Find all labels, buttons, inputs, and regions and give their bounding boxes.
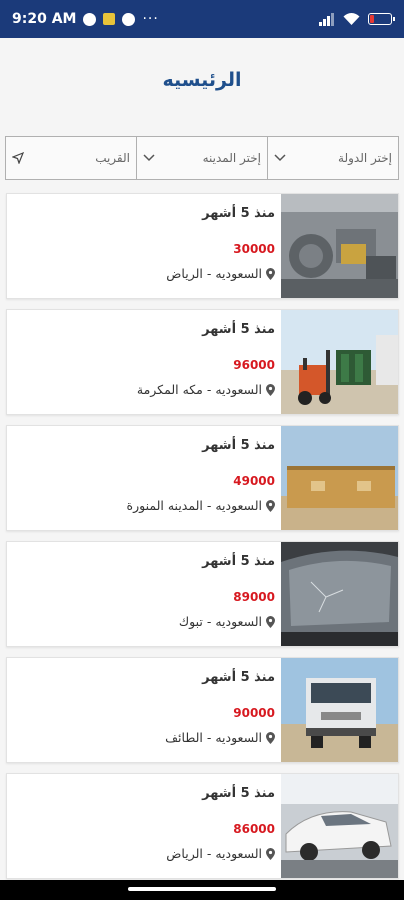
listing-image-truck: [281, 658, 398, 762]
listing-price: 96000: [233, 358, 275, 372]
listing-price: 30000: [233, 242, 275, 256]
listing-time: منذ 5 أشهر: [202, 554, 275, 569]
status-time: 9:20 AM: [12, 11, 77, 27]
app-icon: [122, 12, 136, 26]
filter-bar: إختر الدولة إختر المدينه القريب: [5, 136, 399, 180]
listing-image-windshield: [281, 542, 398, 646]
battery-level: [370, 15, 374, 23]
home-gesture-handle[interactable]: [128, 887, 276, 891]
listing-price: 49000: [233, 474, 275, 488]
listing-card[interactable]: منذ 5 أشهر 30000 السعوديه - الرياض: [6, 193, 399, 299]
listing-location-text: السعوديه - مكه المكرمة: [136, 382, 262, 397]
listing-time: منذ 5 أشهر: [202, 206, 275, 221]
listing-location: السعوديه - تبوك: [179, 614, 275, 629]
listing-location: السعوديه - مكه المكرمة: [137, 382, 275, 397]
listing-card[interactable]: منذ 5 أشهر 90000 السعوديه - الطائف: [6, 657, 399, 763]
listing-time: منذ 5 أشهر: [202, 786, 275, 801]
location-pin-icon: [266, 731, 275, 744]
nearby-filter-label: القريب: [95, 151, 130, 165]
listing-time: منذ 5 أشهر: [202, 670, 275, 685]
location-pin-icon: [266, 615, 275, 628]
listing-image-forklift: [281, 310, 398, 414]
messenger-icon: [83, 12, 97, 26]
wifi-icon: [343, 12, 360, 25]
listing-card[interactable]: منذ 5 أشهر 96000 السعوديه - مكه المكرمة: [6, 309, 399, 415]
listing-location: السعوديه - الطائف: [165, 730, 275, 745]
signal-icon: [319, 12, 334, 26]
listing-price: 90000: [233, 706, 275, 720]
listing-card[interactable]: منذ 5 أشهر 89000 السعوديه - تبوك: [6, 541, 399, 647]
city-select-label: إختر المدينه: [202, 151, 261, 165]
status-bar: 9:20 AM ···: [0, 0, 404, 38]
listing-location-text: السعوديه - المدينه المنورة: [126, 498, 262, 513]
listing-location-text: السعوديه - الطائف: [165, 730, 262, 745]
system-nav-bar: [0, 880, 404, 900]
listing-image-portable-cabin: [281, 426, 398, 530]
app-header: الرئيسيه: [0, 38, 404, 122]
more-notifications-icon: ···: [142, 11, 159, 27]
location-pin-icon: [266, 383, 275, 396]
listing-price: 86000: [233, 822, 275, 836]
battery-icon: [368, 13, 395, 25]
listing-time: منذ 5 أشهر: [202, 322, 275, 337]
listing-location: السعوديه - الرياض: [166, 266, 275, 281]
listing-card[interactable]: منذ 5 أشهر 86000 السعوديه - الرياض: [6, 773, 399, 879]
listing-location-text: السعوديه - الرياض: [166, 846, 262, 861]
country-select-label: إختر الدولة: [338, 151, 392, 165]
chevron-down-icon: [274, 154, 286, 162]
nearby-filter[interactable]: القريب: [6, 137, 136, 179]
listing-location: السعوديه - الرياض: [166, 846, 275, 861]
location-pin-icon: [266, 847, 275, 860]
location-arrow-icon: [12, 152, 24, 164]
chevron-down-icon: [143, 154, 155, 162]
listing-location: السعوديه - المدينه المنورة: [127, 498, 275, 513]
listing-image-damaged-car: [281, 774, 398, 878]
notification-icon: [103, 13, 116, 25]
country-select[interactable]: إختر الدولة: [267, 137, 398, 179]
listing-price: 89000: [233, 590, 275, 604]
location-pin-icon: [266, 499, 275, 512]
listing-card[interactable]: منذ 5 أشهر 49000 السعوديه - المدينه المن…: [6, 425, 399, 531]
listing-time: منذ 5 أشهر: [202, 438, 275, 453]
listing-image-engine: [281, 194, 398, 298]
location-pin-icon: [266, 267, 275, 280]
city-select[interactable]: إختر المدينه: [136, 137, 267, 179]
page-title: الرئيسيه: [162, 69, 242, 91]
listing-location-text: السعوديه - تبوك: [178, 614, 262, 629]
listings-list: منذ 5 أشهر 30000 السعوديه - الرياض منذ 5…: [6, 193, 399, 889]
listing-location-text: السعوديه - الرياض: [166, 266, 262, 281]
